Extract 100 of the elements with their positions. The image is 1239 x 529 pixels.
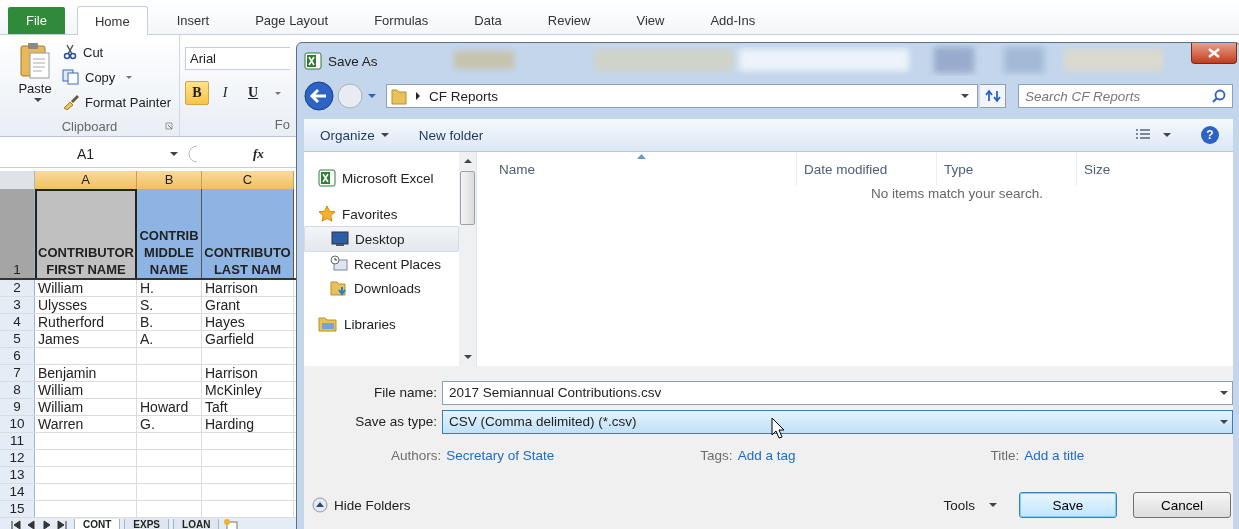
header-cell: CONTRIBUTOR FIRST NAME <box>35 189 137 278</box>
group-label: Clipboard <box>61 118 118 134</box>
brush-icon <box>62 94 80 110</box>
ribbon-tab[interactable]: Data <box>457 7 519 34</box>
row-header[interactable]: 6 <box>0 348 35 364</box>
file-type-dropdown[interactable]: CSV (Comma delimited) (*.csv) <box>442 409 1233 434</box>
window-title: Save As <box>328 53 378 69</box>
navigation-item[interactable]: Recent Places <box>304 252 459 276</box>
row-header[interactable]: 10 <box>0 416 35 432</box>
table-cell: Ulysses <box>38 297 87 313</box>
help-button[interactable]: ? <box>1201 126 1219 144</box>
metadata-link[interactable]: Add a title <box>1024 447 1085 463</box>
recent-pages-caret-icon[interactable] <box>368 94 376 98</box>
row-header[interactable]: 12 <box>0 450 35 466</box>
table-cell: S. <box>140 297 154 313</box>
row-header[interactable]: 8 <box>0 382 35 398</box>
caret-icon <box>380 133 389 137</box>
table-cell: Warren <box>38 416 84 432</box>
row-header[interactable]: 13 <box>0 467 35 483</box>
row-header[interactable]: 7 <box>0 365 35 381</box>
file-tab[interactable]: File <box>8 7 65 34</box>
close-button[interactable] <box>1191 43 1237 64</box>
paste-button[interactable]: Paste <box>16 41 54 116</box>
ribbon-tab[interactable]: View <box>619 7 682 34</box>
table-cell: William <box>38 399 84 415</box>
navigation-item[interactable]: Favorites <box>304 202 459 226</box>
row-header[interactable]: 11 <box>0 433 35 449</box>
caret-icon <box>989 503 997 507</box>
sheet-navigation-icon <box>8 520 70 529</box>
file-name-field[interactable]: 2017 Semiannual Contributions.csv <box>442 380 1233 405</box>
underline-button[interactable]: U <box>241 81 265 105</box>
column-header[interactable]: Date modified <box>797 152 937 186</box>
cancel-button[interactable]: Cancel <box>1133 492 1231 518</box>
table-cell: William <box>38 382 84 398</box>
font-name-field[interactable]: Arial <box>185 47 290 70</box>
ribbon-tab[interactable]: Page Layout <box>238 7 346 34</box>
copy-button[interactable]: Copy <box>62 66 171 88</box>
clipboard-icon <box>20 41 50 79</box>
column-header[interactable]: B <box>137 171 202 189</box>
metadata-link[interactable]: Secretary of State <box>446 447 555 463</box>
sheet-tab[interactable]: LOAN <box>173 518 220 529</box>
group-label: Fo <box>274 117 290 132</box>
table-cell: A. <box>140 331 154 347</box>
row-header[interactable]: 15 <box>0 501 35 517</box>
table-cell: James <box>38 331 80 347</box>
header-cell: CONTRIBUTO LAST NAM <box>202 189 294 278</box>
navigation-item[interactable]: Libraries <box>304 312 459 336</box>
folder-icon <box>391 87 407 105</box>
refresh-button[interactable] <box>980 84 1006 108</box>
cut-button[interactable]: Cut <box>62 41 171 63</box>
table-cell: G. <box>140 416 155 432</box>
header-cell: CONTRIB MIDDLE NAME <box>137 189 202 278</box>
row-header[interactable]: 3 <box>0 297 35 313</box>
row-header[interactable]: 1 <box>0 189 35 278</box>
ribbon-tab[interactable]: Home <box>76 6 148 35</box>
metadata-label: Title: <box>990 447 1020 463</box>
organize-button[interactable]: Organize <box>320 127 389 143</box>
column-header[interactable]: Type <box>937 152 1077 186</box>
caret-icon <box>275 91 281 95</box>
caret-icon[interactable] <box>1163 133 1171 137</box>
navigation-item[interactable]: Microsoft Excel <box>304 166 459 190</box>
column-header[interactable]: Size <box>1077 152 1177 186</box>
insert-function-button[interactable]: fx <box>253 146 264 162</box>
refresh-icon <box>984 89 1001 103</box>
row-header[interactable]: 5 <box>0 331 35 347</box>
view-options-icon[interactable] <box>1135 128 1151 142</box>
table-cell: Harrison <box>205 365 258 381</box>
save-button[interactable]: Save <box>1019 492 1117 518</box>
row-header[interactable]: 9 <box>0 399 35 415</box>
navigation-item[interactable]: Desktop <box>304 226 459 252</box>
row-header[interactable]: 14 <box>0 484 35 500</box>
ribbon-tab[interactable]: Review <box>530 7 608 34</box>
ribbon-tab[interactable]: Add-Ins <box>693 7 773 34</box>
column-header[interactable]: A <box>35 171 137 189</box>
chevron-icon <box>415 92 421 100</box>
mouse-pointer-icon <box>771 417 785 439</box>
back-button[interactable] <box>304 81 334 111</box>
tools-button[interactable]: Tools <box>943 497 997 513</box>
italic-button[interactable]: I <box>213 81 237 105</box>
hide-folders-button[interactable]: Hide Folders <box>312 497 411 513</box>
scrollbar[interactable] <box>459 152 476 366</box>
new-sheet-icon[interactable] <box>223 519 240 529</box>
ribbon-tab[interactable]: Formulas <box>357 7 446 34</box>
name-box[interactable]: A1 <box>0 146 186 162</box>
bold-button[interactable]: B <box>185 81 209 105</box>
table-cell: Harrison <box>205 280 258 296</box>
column-header[interactable]: C <box>202 171 294 189</box>
new-folder-button[interactable]: New folder <box>418 127 484 143</box>
spreadsheet-icon <box>318 169 336 187</box>
search-field[interactable]: Search CF Reports <box>1018 84 1233 108</box>
format-painter-button[interactable]: Format Painter <box>62 91 171 113</box>
sheet-tab[interactable]: CONT <box>74 518 121 529</box>
sheet-tab[interactable]: EXPS <box>124 518 170 529</box>
row-header[interactable]: 4 <box>0 314 35 330</box>
metadata-link[interactable]: Add a tag <box>737 447 796 463</box>
ribbon-tab[interactable]: Insert <box>159 7 227 34</box>
address-bar[interactable]: CF Reports <box>386 84 978 108</box>
table-cell: Hayes <box>205 314 245 330</box>
row-header[interactable]: 2 <box>0 280 35 296</box>
navigation-item[interactable]: Downloads <box>304 276 459 300</box>
